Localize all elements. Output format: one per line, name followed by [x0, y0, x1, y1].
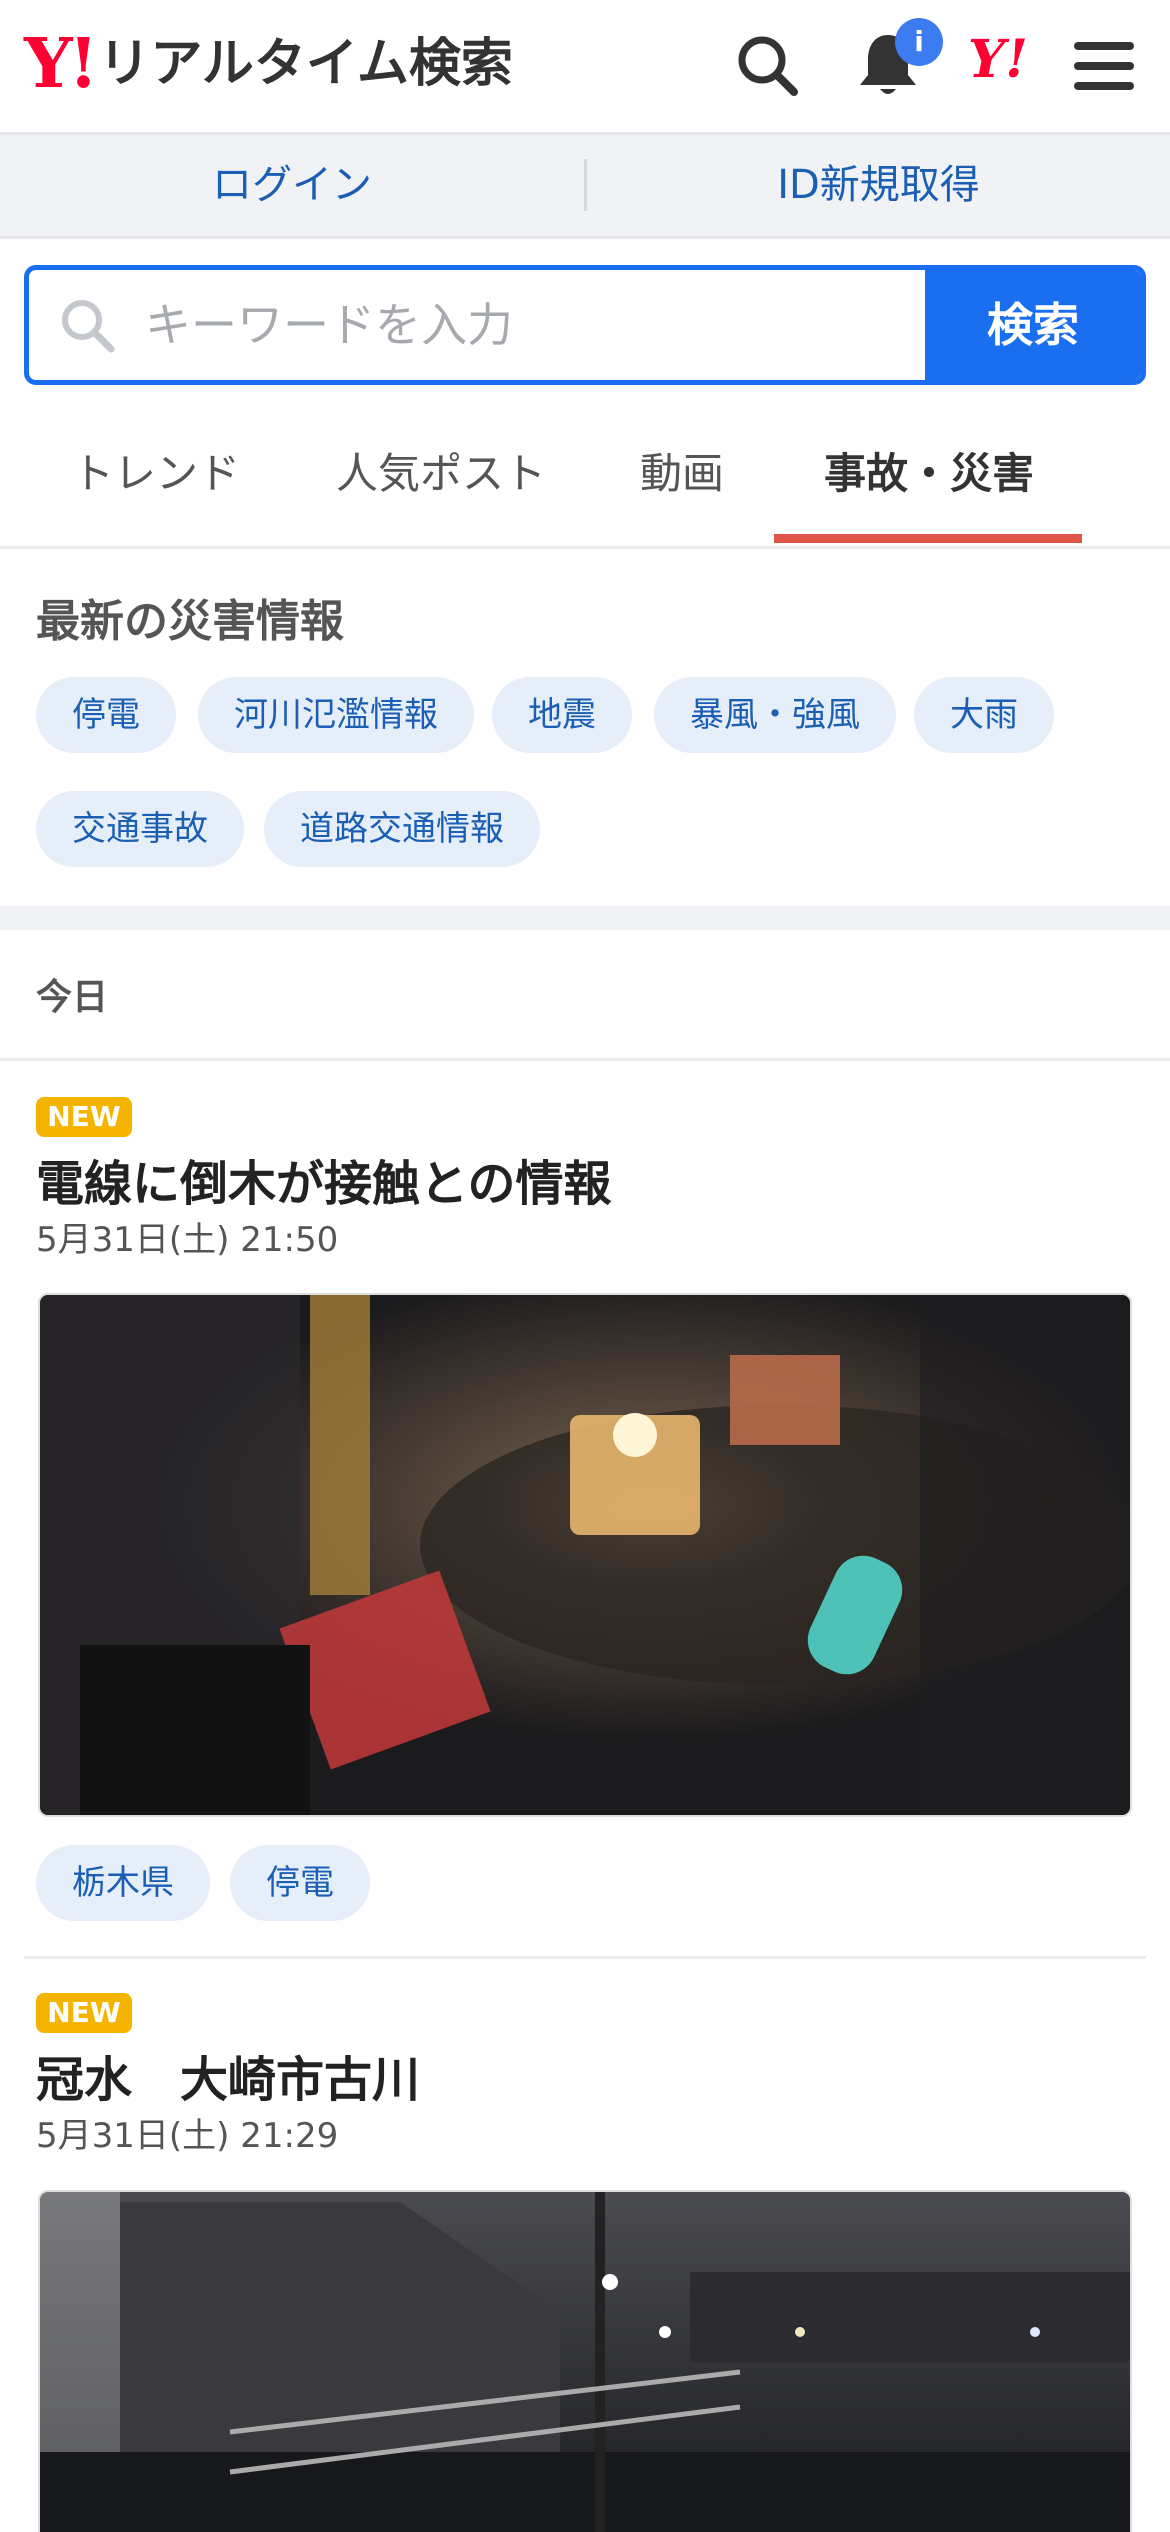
disaster-chip[interactable]: 暴風・強風: [654, 677, 896, 753]
disaster-section-title: 最新の災害情報: [36, 596, 344, 647]
tab-video[interactable]: 動画: [640, 440, 724, 501]
search-box: キーワードを入力 検索: [24, 265, 1146, 385]
menu-icon[interactable]: [1064, 26, 1144, 106]
search-field-icon: [59, 297, 115, 357]
disaster-chip[interactable]: 地震: [492, 677, 632, 753]
divider: [24, 1956, 1146, 1959]
post-image[interactable]: [38, 1293, 1132, 1817]
app-header: Y! リアルタイム検索 i Y!: [0, 0, 1170, 135]
yahoo-japan-icon[interactable]: Y!: [968, 34, 1028, 86]
disaster-chip[interactable]: 交通事故: [36, 791, 244, 867]
post-tag-chip[interactable]: 栃木県: [36, 1845, 210, 1921]
tab-accident-disaster[interactable]: 事故・災害: [824, 440, 1034, 501]
post-tag-chip[interactable]: 停電: [230, 1845, 370, 1921]
login-link[interactable]: ログイン: [0, 135, 584, 236]
tab-popular-posts[interactable]: 人気ポスト: [336, 440, 546, 501]
search-icon[interactable]: [728, 26, 808, 106]
register-link[interactable]: ID新規取得: [587, 135, 1170, 236]
post-image[interactable]: [38, 2190, 1132, 2532]
new-badge: NEW: [36, 1993, 132, 2033]
search-input[interactable]: キーワードを入力: [145, 270, 513, 380]
section-separator: [0, 906, 1170, 930]
notification-badge: i: [895, 18, 943, 66]
disaster-chip[interactable]: 道路交通情報: [264, 791, 540, 867]
post-title[interactable]: 電線に倒木が接触との情報: [36, 1144, 612, 1214]
new-badge: NEW: [36, 1097, 132, 1137]
post-title[interactable]: 冠水 大崎市古川: [36, 2040, 420, 2110]
search-button[interactable]: 検索: [925, 270, 1141, 380]
page-title: リアルタイム検索: [98, 34, 513, 94]
yahoo-logo-mark: Y!: [24, 24, 98, 104]
disaster-chip[interactable]: 大雨: [914, 677, 1054, 753]
date-header: 今日: [36, 977, 109, 1018]
post-date: 5月31日(土) 21:29: [36, 2116, 339, 2156]
divider: [0, 1058, 1170, 1061]
site-logo[interactable]: Y! リアルタイム検索: [24, 30, 513, 98]
post-date: 5月31日(土) 21:50: [36, 1220, 339, 1260]
active-tab-indicator: [774, 534, 1082, 543]
account-bar: ログイン ID新規取得: [0, 135, 1170, 239]
category-tabs: トレンド 人気ポスト 動画 事故・災害: [0, 410, 1170, 549]
disaster-chip[interactable]: 停電: [36, 677, 176, 753]
tab-trend[interactable]: トレンド: [72, 440, 240, 501]
disaster-chip[interactable]: 河川氾濫情報: [198, 677, 474, 753]
